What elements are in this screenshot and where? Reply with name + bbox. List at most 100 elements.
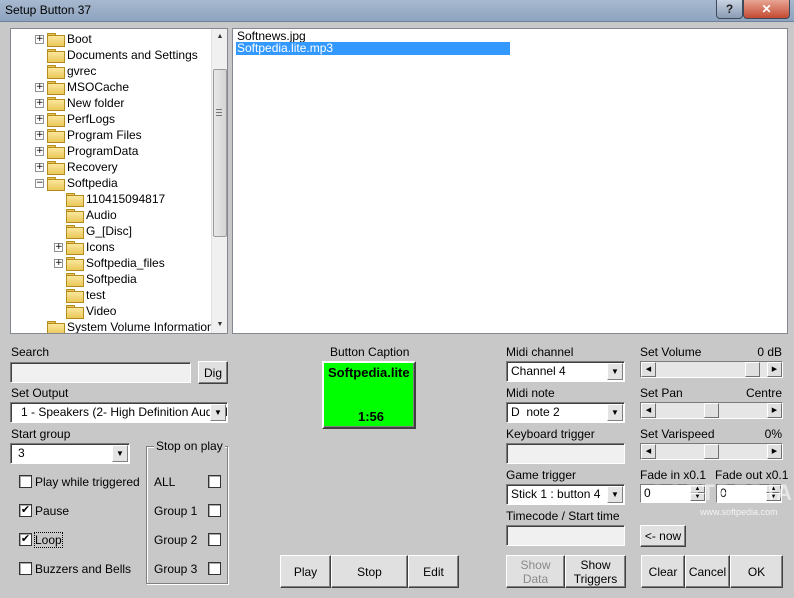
expand-icon[interactable]: + [35,162,44,172]
midi-note-label: Midi note [506,386,555,400]
stop-on-play-checkbox[interactable] [208,475,221,488]
collapse-icon[interactable]: − [35,178,44,188]
timecode-input[interactable] [506,525,625,546]
expand-icon[interactable]: + [35,98,44,108]
midi-channel-value: Channel 4 [511,364,566,378]
expand-icon[interactable]: + [35,146,44,156]
folder-icon [66,241,84,255]
folder-icon [66,225,84,239]
chevron-down-icon[interactable]: ▼ [210,404,226,421]
tree-item[interactable]: + New folder [35,95,124,111]
tree-item[interactable]: Video [54,303,116,319]
keyboard-trigger-input[interactable] [506,443,625,464]
play-button[interactable]: Play [280,555,331,588]
help-button[interactable]: ? [716,0,743,19]
pan-slider-thumb[interactable] [704,403,719,418]
chevron-down-icon[interactable]: ▼ [112,445,128,462]
varispeed-slider-thumb[interactable] [704,444,719,459]
tree-item[interactable]: + Icons [54,239,115,255]
edit-button[interactable]: Edit [408,555,459,588]
slider-left-arrow-icon[interactable]: ◀ [641,362,656,377]
game-trigger-select[interactable]: Stick 1 : button 4 ▼ [506,484,625,505]
start-group-select[interactable]: 3 ▼ [10,443,130,464]
slider-right-arrow-icon[interactable]: ▶ [767,444,782,459]
tree-item[interactable]: test [54,287,105,303]
game-trigger-value: Stick 1 : button 4 [511,487,601,501]
file-list[interactable]: Softnews.jpg Softpedia.lite.mp3 [232,28,788,334]
expand-icon[interactable]: + [35,34,44,44]
volume-slider[interactable]: ◀ ▶ [640,361,783,378]
close-button[interactable]: ✕ [743,0,790,19]
tree-item[interactable]: gvrec [35,63,96,79]
pause-checkbox[interactable]: ✔ [19,504,32,517]
folder-icon [47,321,65,333]
pan-slider[interactable]: ◀ ▶ [640,402,783,419]
show-triggers-button[interactable]: Show Triggers [565,555,626,588]
tree-item[interactable]: Softpedia [54,271,137,287]
dig-button[interactable]: Dig [198,361,228,384]
scroll-up-arrow-icon[interactable]: ▲ [212,29,227,45]
tree-item[interactable]: System Volume Information [35,319,214,333]
folder-icon [66,273,84,287]
tree-item-label: Video [86,304,117,318]
volume-slider-thumb[interactable] [745,362,760,377]
show-data-button[interactable]: Show Data [506,555,565,588]
tree-item[interactable]: + MSOCache [35,79,129,95]
midi-note-select[interactable]: D note 2 ▼ [506,402,625,423]
cancel-button[interactable]: Cancel [685,555,730,588]
slider-left-arrow-icon[interactable]: ◀ [641,444,656,459]
caption-preview-button[interactable]: Softpedia.lite 1:56 [322,361,416,429]
play-while-triggered-checkbox[interactable] [19,475,32,488]
stop-on-play-checkbox[interactable] [208,504,221,517]
scroll-thumb[interactable] [213,69,227,237]
scroll-down-arrow-icon[interactable]: ▼ [212,317,227,333]
tree-scrollbar[interactable]: ▲ ▼ [211,29,227,333]
expand-icon[interactable]: + [54,242,63,252]
chevron-down-icon[interactable]: ▼ [607,404,623,421]
slider-left-arrow-icon[interactable]: ◀ [641,403,656,418]
chevron-down-icon[interactable]: ▼ [607,363,623,380]
slider-right-arrow-icon[interactable]: ▶ [767,362,782,377]
title-bar[interactable]: Setup Button 37 ? ✕ [0,0,794,22]
tree-item-label: Softpedia_files [86,256,165,270]
folder-tree[interactable]: + Boot Documents and Settings gvrec + MSOCach… [10,28,228,334]
folder-icon [47,129,65,143]
stop-on-play-checkbox[interactable] [208,562,221,575]
expand-icon[interactable]: + [35,82,44,92]
tree-item[interactable]: + Softpedia_files [54,255,165,271]
file-list-item[interactable]: Softpedia.lite.mp3 [236,42,510,55]
caption-text: Softpedia.lite [328,365,410,380]
clear-button[interactable]: Clear [641,555,685,588]
tree-item[interactable]: + ProgramData [35,143,138,159]
loop-checkbox[interactable]: ✔ [19,533,32,546]
tree-item[interactable]: G_[Disc] [54,223,132,239]
stop-on-play-checkbox[interactable] [208,533,221,546]
tree-item[interactable]: + Recovery [35,159,118,175]
expand-icon[interactable]: + [35,130,44,140]
tree-item[interactable]: + Boot [35,31,92,47]
tree-item[interactable]: Audio [54,207,117,223]
expand-icon[interactable]: + [35,114,44,124]
slider-right-arrow-icon[interactable]: ▶ [767,403,782,418]
folder-icon [47,49,65,63]
midi-channel-select[interactable]: Channel 4 ▼ [506,361,625,382]
tree-item[interactable]: + Program Files [35,127,142,143]
caption-time: 1:56 [357,409,385,424]
expand-icon[interactable]: + [54,258,63,268]
varispeed-slider[interactable]: ◀ ▶ [640,443,783,460]
search-input[interactable] [10,362,191,383]
buzzers-checkbox[interactable] [19,562,32,575]
stop-button[interactable]: Stop [331,555,408,588]
pan-label: Set Pan [640,386,683,400]
tree-item[interactable]: Documents and Settings [35,47,198,63]
output-select[interactable]: 1 - Speakers (2- High Definition Audio D… [10,402,228,423]
tree-item[interactable]: − Softpedia [35,175,118,191]
chevron-down-icon[interactable]: ▼ [607,486,623,503]
volume-label: Set Volume [640,345,702,359]
now-button[interactable]: <- now [640,525,686,547]
ok-button[interactable]: OK [730,555,783,588]
scroll-grip-icon [216,109,222,116]
tree-item[interactable]: 110415094817 [54,191,165,207]
pause-label: Pause [35,504,70,518]
tree-item[interactable]: + PerfLogs [35,111,115,127]
